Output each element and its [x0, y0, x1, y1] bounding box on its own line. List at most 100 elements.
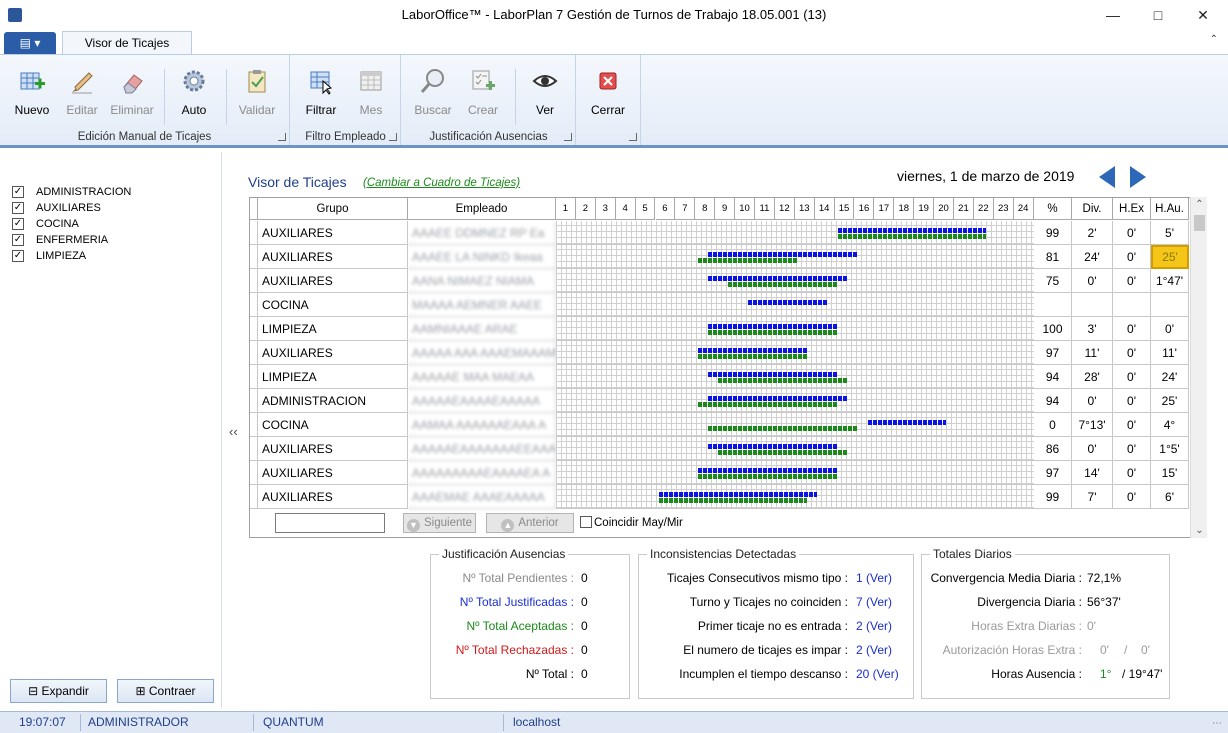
- filtrar-button[interactable]: Filtrar: [295, 67, 347, 117]
- table-cell-pct[interactable]: 86: [1034, 437, 1072, 461]
- table-cell-div[interactable]: 7°13': [1072, 413, 1113, 437]
- crear-button[interactable]: Crear: [457, 67, 509, 117]
- checkbox-checked-icon[interactable]: ✓: [12, 218, 24, 230]
- planned-shift-bar[interactable]: [657, 492, 817, 497]
- maximize-icon[interactable]: □: [1143, 4, 1173, 26]
- actual-ticaje-bar[interactable]: [697, 354, 807, 359]
- table-cell-hau[interactable]: 1°5': [1151, 437, 1189, 461]
- actual-ticaje-bar[interactable]: [717, 378, 847, 383]
- app-menu-button[interactable]: ▤ ▾: [4, 32, 56, 54]
- planned-shift-bar[interactable]: [697, 468, 837, 473]
- row-selector[interactable]: [250, 293, 258, 317]
- minimize-icon[interactable]: —: [1098, 4, 1128, 26]
- column-header-hau[interactable]: H.Au.: [1151, 198, 1189, 220]
- table-cell-grupo[interactable]: AUXILIARES: [258, 245, 408, 269]
- row-selector[interactable]: [250, 413, 258, 437]
- row-selector[interactable]: [250, 485, 258, 509]
- match-case-checkbox[interactable]: Coincidir May/Mir: [580, 516, 683, 529]
- actual-ticaje-bar[interactable]: [657, 498, 807, 503]
- table-cell-grupo[interactable]: AUXILIARES: [258, 437, 408, 461]
- row-selector[interactable]: [250, 365, 258, 389]
- table-cell-empleado[interactable]: AAAEMAE AAAEAAAAA: [408, 485, 556, 509]
- scroll-up-icon[interactable]: ⌃: [1191, 199, 1208, 210]
- row-selector[interactable]: [250, 269, 258, 293]
- table-cell-hau[interactable]: [1151, 293, 1189, 317]
- actual-ticaje-bar[interactable]: [707, 330, 837, 335]
- timeline-cell[interactable]: [556, 221, 1034, 245]
- scroll-down-icon[interactable]: ⌄: [1191, 525, 1208, 536]
- actual-ticaje-bar[interactable]: [697, 402, 837, 407]
- table-cell-div[interactable]: [1072, 293, 1113, 317]
- table-cell-div[interactable]: 24': [1072, 245, 1113, 269]
- ticajes-grid[interactable]: Grupo Empleado 1 2 3 4 5 6 7 8 9 10 11 12 13 14 15 16 17 18…: [249, 197, 1207, 538]
- column-header-pct[interactable]: %: [1034, 198, 1072, 220]
- table-cell-hau[interactable]: 4°: [1151, 413, 1189, 437]
- table-cell-hex[interactable]: 0': [1113, 389, 1151, 413]
- checkbox-checked-icon[interactable]: ✓: [12, 186, 24, 198]
- timeline-cell[interactable]: [556, 437, 1034, 461]
- table-cell-div[interactable]: 28': [1072, 365, 1113, 389]
- row-selector[interactable]: [250, 437, 258, 461]
- column-header-div[interactable]: Div.: [1072, 198, 1113, 220]
- table-cell-pct[interactable]: 94: [1034, 389, 1072, 413]
- table-cell-hex[interactable]: 0': [1113, 365, 1151, 389]
- group-launcher-icon[interactable]: [278, 133, 286, 141]
- table-cell-grupo[interactable]: ADMINISTRACION: [258, 389, 408, 413]
- table-cell-hex[interactable]: 0': [1113, 341, 1151, 365]
- table-cell-hau[interactable]: 25': [1151, 389, 1189, 413]
- table-cell-grupo[interactable]: AUXILIARES: [258, 461, 408, 485]
- planned-shift-bar[interactable]: [707, 252, 857, 257]
- table-cell-pct[interactable]: 97: [1034, 461, 1072, 485]
- timeline-cell[interactable]: [556, 461, 1034, 485]
- previous-day-arrow-icon[interactable]: [1099, 166, 1115, 188]
- actual-ticaje-bar[interactable]: [717, 450, 847, 455]
- close-window-icon[interactable]: ✕: [1188, 4, 1218, 26]
- timeline-cell[interactable]: [556, 365, 1034, 389]
- collapse-left-panel-icon[interactable]: ‹‹: [229, 424, 238, 439]
- auto-button[interactable]: Auto: [168, 67, 220, 117]
- planned-shift-bar[interactable]: [707, 324, 837, 329]
- table-cell-pct[interactable]: [1034, 293, 1072, 317]
- table-cell-hex[interactable]: 0': [1113, 245, 1151, 269]
- table-cell-empleado[interactable]: AAAEE DDMNEZ RP Ea: [408, 221, 556, 245]
- table-cell-hex[interactable]: 0': [1113, 317, 1151, 341]
- group-launcher-icon[interactable]: [564, 133, 572, 141]
- checkbox-checked-icon[interactable]: ✓: [12, 250, 24, 262]
- table-cell-div[interactable]: 3': [1072, 317, 1113, 341]
- table-cell-empleado[interactable]: AAMAA AAAAAAEAAA A: [408, 413, 556, 437]
- planned-shift-bar[interactable]: [707, 276, 847, 281]
- resize-grip-icon[interactable]: ⋯: [1212, 718, 1222, 729]
- validar-button[interactable]: Validar: [231, 67, 283, 117]
- checkbox-checked-icon[interactable]: ✓: [12, 202, 24, 214]
- row-selector[interactable]: [250, 461, 258, 485]
- table-cell-hau[interactable]: 5': [1151, 221, 1189, 245]
- scroll-thumb[interactable]: [1194, 215, 1205, 231]
- table-cell-grupo[interactable]: AUXILIARES: [258, 221, 408, 245]
- actual-ticaje-bar[interactable]: [697, 258, 797, 263]
- row-selector[interactable]: [250, 317, 258, 341]
- nuevo-button[interactable]: Nuevo: [6, 67, 58, 117]
- table-cell-hex[interactable]: 0': [1113, 413, 1151, 437]
- group-launcher-icon[interactable]: [389, 133, 397, 141]
- table-cell-div[interactable]: 0': [1072, 269, 1113, 293]
- checkbox-unchecked-icon[interactable]: [580, 516, 592, 528]
- table-cell-empleado[interactable]: AAAAAEAAAAAAAEEAAA: [408, 437, 556, 461]
- table-cell-hex[interactable]: [1113, 293, 1151, 317]
- actual-ticaje-bar[interactable]: [697, 474, 837, 479]
- table-cell-hau[interactable]: 15': [1151, 461, 1189, 485]
- column-header-hex[interactable]: H.Ex: [1113, 198, 1151, 220]
- table-cell-pct[interactable]: 99: [1034, 485, 1072, 509]
- table-cell-grupo[interactable]: LIMPIEZA: [258, 317, 408, 341]
- timeline-cell[interactable]: [556, 341, 1034, 365]
- table-cell-empleado[interactable]: AAMNIAAAE ARAE: [408, 317, 556, 341]
- eliminar-button[interactable]: Eliminar: [106, 67, 158, 117]
- checkbox-checked-icon[interactable]: ✓: [12, 234, 24, 246]
- column-header-empleado[interactable]: Empleado: [408, 198, 556, 220]
- find-input[interactable]: [275, 513, 385, 533]
- actual-ticaje-bar[interactable]: [836, 234, 987, 239]
- table-cell-empleado[interactable]: AANA NIMAEZ NIAMA: [408, 269, 556, 293]
- table-cell-pct[interactable]: 100: [1034, 317, 1072, 341]
- buscar-button[interactable]: Buscar: [407, 67, 459, 117]
- table-cell-grupo[interactable]: AUXILIARES: [258, 341, 408, 365]
- timeline-cell[interactable]: [556, 389, 1034, 413]
